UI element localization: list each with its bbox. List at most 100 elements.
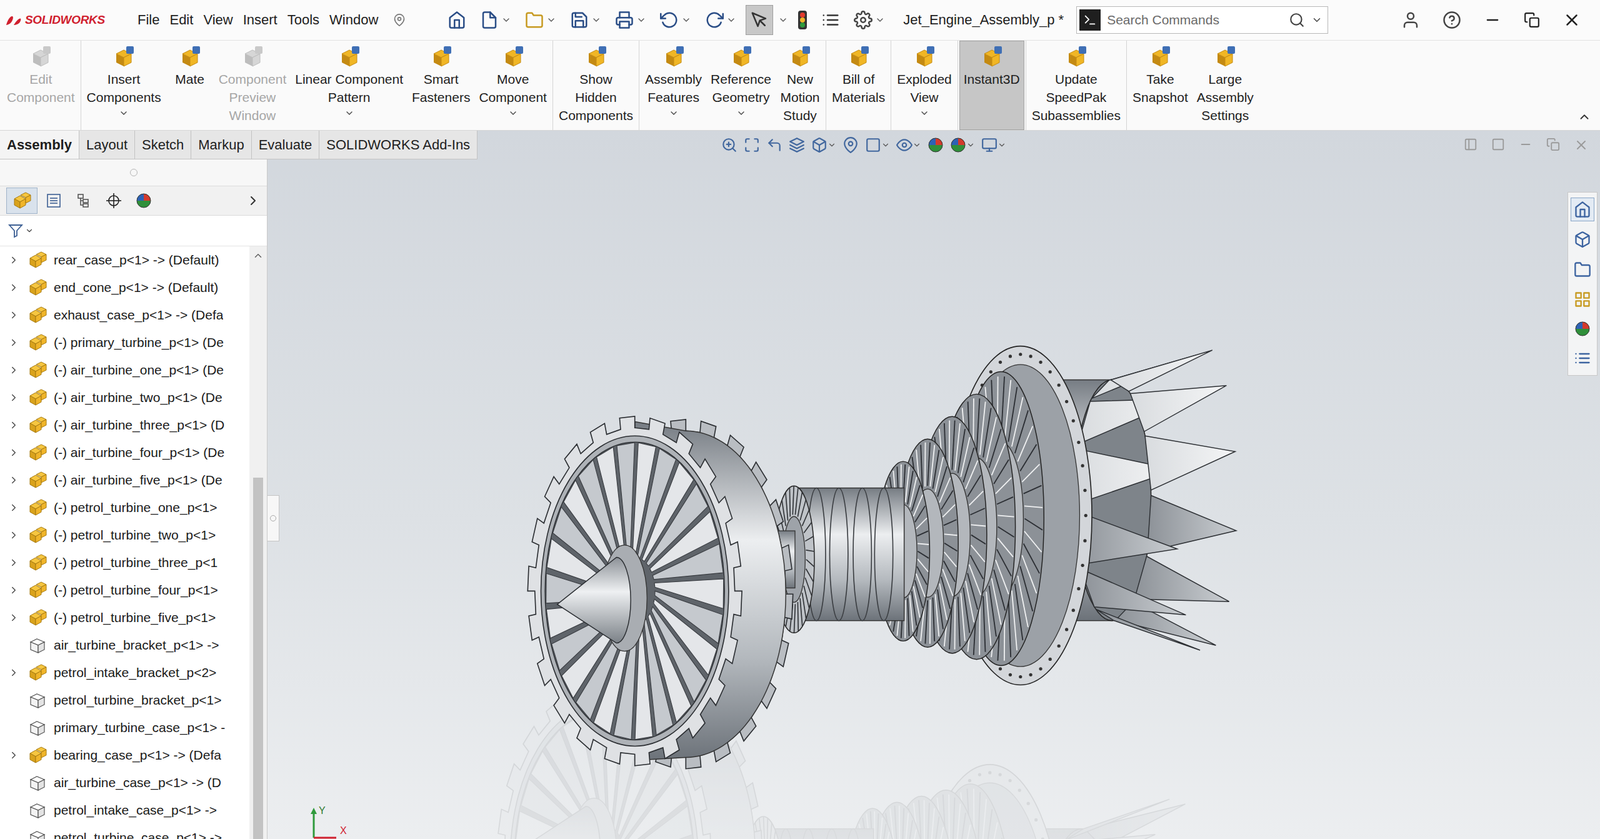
hide-show-icon[interactable] — [896, 136, 913, 154]
zoom-area-icon[interactable] — [743, 136, 760, 154]
file-explorer-icon[interactable] — [1573, 260, 1592, 279]
jet-engine-model[interactable] — [527, 346, 1237, 769]
tree-item[interactable]: (-) air_turbine_four_p<1> (De — [0, 438, 250, 467]
collapse-icon[interactable] — [1577, 110, 1592, 124]
user-icon[interactable] — [1401, 10, 1420, 30]
file-properties-button[interactable] — [816, 5, 845, 35]
command-button[interactable]: ExplodedView — [892, 40, 957, 130]
tree-item[interactable]: (-) petrol_turbine_five_p<1> — [0, 603, 250, 632]
expand-icon[interactable] — [8, 336, 20, 349]
menu-item[interactable]: Window — [324, 9, 384, 31]
redo-button[interactable] — [700, 5, 741, 35]
panel-splitter[interactable] — [267, 495, 280, 542]
command-button[interactable]: MoveComponent — [474, 40, 552, 130]
scroll-thumb[interactable] — [253, 477, 264, 839]
panel-tab[interactable] — [130, 188, 158, 213]
open-button[interactable] — [520, 5, 561, 35]
expand-icon[interactable] — [8, 501, 20, 514]
view-palette-icon[interactable] — [1573, 290, 1592, 309]
tree-item[interactable]: (-) petrol_turbine_two_p<1> — [0, 521, 250, 549]
panel-tab[interactable] — [6, 187, 38, 214]
dropdown-icon[interactable] — [344, 108, 355, 119]
command-button[interactable]: InsertComponents — [82, 40, 166, 130]
tree-item[interactable]: end_cone_p<1> -> (Default) — [0, 273, 250, 302]
home-button[interactable] — [443, 5, 471, 35]
panel-tab[interactable] — [100, 188, 128, 213]
command-button[interactable]: TakeSnapshot — [1128, 40, 1193, 130]
menu-item[interactable]: Edit — [164, 9, 199, 31]
command-button[interactable]: Mate — [165, 40, 215, 130]
tree-item[interactable]: (-) petrol_turbine_one_p<1> — [0, 493, 250, 522]
search-box[interactable]: Search Commands — [1076, 6, 1329, 34]
home-icon[interactable] — [447, 10, 467, 30]
file-properties-icon[interactable] — [821, 10, 840, 30]
view-orientation-icon[interactable] — [811, 136, 828, 154]
filter-icon[interactable] — [7, 222, 24, 239]
graphics-area[interactable]: YX — [267, 159, 1600, 839]
traffic-light-icon[interactable] — [797, 10, 808, 30]
restore-button[interactable] — [1512, 8, 1552, 32]
search-placeholder[interactable]: Search Commands — [1106, 12, 1283, 28]
command-button[interactable]: LargeAssemblySettings — [1192, 40, 1259, 130]
expand-icon[interactable] — [8, 474, 20, 486]
expand-icon[interactable] — [8, 611, 20, 624]
expand-icon[interactable] — [8, 749, 20, 761]
undo-button[interactable] — [655, 5, 696, 35]
expand-icon[interactable] — [8, 666, 20, 679]
print-button[interactable] — [610, 5, 651, 35]
menu-item[interactable]: File — [132, 9, 165, 31]
dropdown-icon[interactable] — [508, 108, 519, 119]
tree-item[interactable]: petrol_intake_case_p<1> -> — [0, 796, 250, 824]
pin-icon[interactable] — [393, 13, 406, 27]
expand-icon[interactable] — [8, 556, 20, 569]
dropdown-icon[interactable] — [681, 15, 692, 25]
command-button[interactable]: ReferenceGeometry — [706, 40, 776, 130]
expand-icon[interactable] — [8, 281, 20, 294]
model-viewport[interactable] — [267, 159, 1600, 839]
redo-icon[interactable] — [705, 10, 724, 30]
tree-item[interactable]: primary_turbine_case_p<1> - — [0, 713, 250, 742]
minimize-icon[interactable] — [1483, 11, 1502, 29]
tree-item[interactable]: exhaust_case_p<1> -> (Defa — [0, 301, 250, 329]
command-button[interactable]: EditComponent — [2, 40, 80, 130]
collapse-ribbon-button[interactable] — [1568, 110, 1600, 130]
command-button[interactable]: Linear ComponentPattern — [290, 40, 408, 130]
tree-item[interactable]: (-) primary_turbine_p<1> (De — [0, 328, 250, 357]
tree-item[interactable]: (-) petrol_turbine_four_p<1> — [0, 576, 250, 604]
options-button[interactable] — [849, 5, 890, 35]
command-button[interactable]: ShowHiddenComponents — [554, 40, 638, 130]
panel-tab[interactable] — [40, 188, 68, 213]
display-manager-icon[interactable] — [135, 192, 152, 209]
section-view-icon[interactable] — [788, 136, 805, 154]
command-tab[interactable]: Evaluate — [251, 130, 320, 159]
close-icon[interactable] — [1562, 10, 1582, 30]
resources-icon[interactable] — [1573, 200, 1592, 219]
menu-item[interactable]: View — [198, 9, 238, 31]
restore-icon[interactable] — [1546, 137, 1560, 152]
expand-icon[interactable] — [8, 419, 20, 431]
tile-icon[interactable] — [1463, 137, 1478, 152]
command-button[interactable]: AssemblyFeatures — [640, 40, 707, 130]
tree-item[interactable]: rear_case_p<1> -> (Default) — [0, 246, 250, 274]
dropdown-icon[interactable] — [827, 140, 837, 150]
dropdown-icon[interactable] — [1311, 14, 1323, 26]
previous-view-icon[interactable] — [766, 136, 783, 154]
dropdown-icon[interactable] — [668, 108, 679, 119]
dropdown-icon[interactable] — [736, 108, 747, 119]
save-button[interactable] — [565, 5, 606, 35]
dropdown-icon[interactable] — [966, 140, 975, 150]
help-button[interactable] — [1442, 10, 1462, 30]
gear-icon[interactable] — [853, 10, 873, 30]
dropdown-icon[interactable] — [726, 15, 737, 25]
save-icon[interactable] — [570, 10, 589, 30]
minimize-button[interactable] — [1472, 7, 1513, 33]
close-icon[interactable] — [1573, 137, 1589, 153]
minimize-icon[interactable] — [1518, 137, 1533, 152]
menu-item[interactable]: Insert — [238, 9, 283, 31]
scroll-up-icon[interactable] — [252, 250, 264, 262]
panel-grip[interactable] — [0, 159, 267, 186]
view-triad-icon[interactable] — [842, 136, 859, 154]
dropdown-icon[interactable] — [778, 15, 789, 25]
undo-icon[interactable] — [660, 10, 679, 30]
expand-icon[interactable] — [8, 584, 20, 596]
